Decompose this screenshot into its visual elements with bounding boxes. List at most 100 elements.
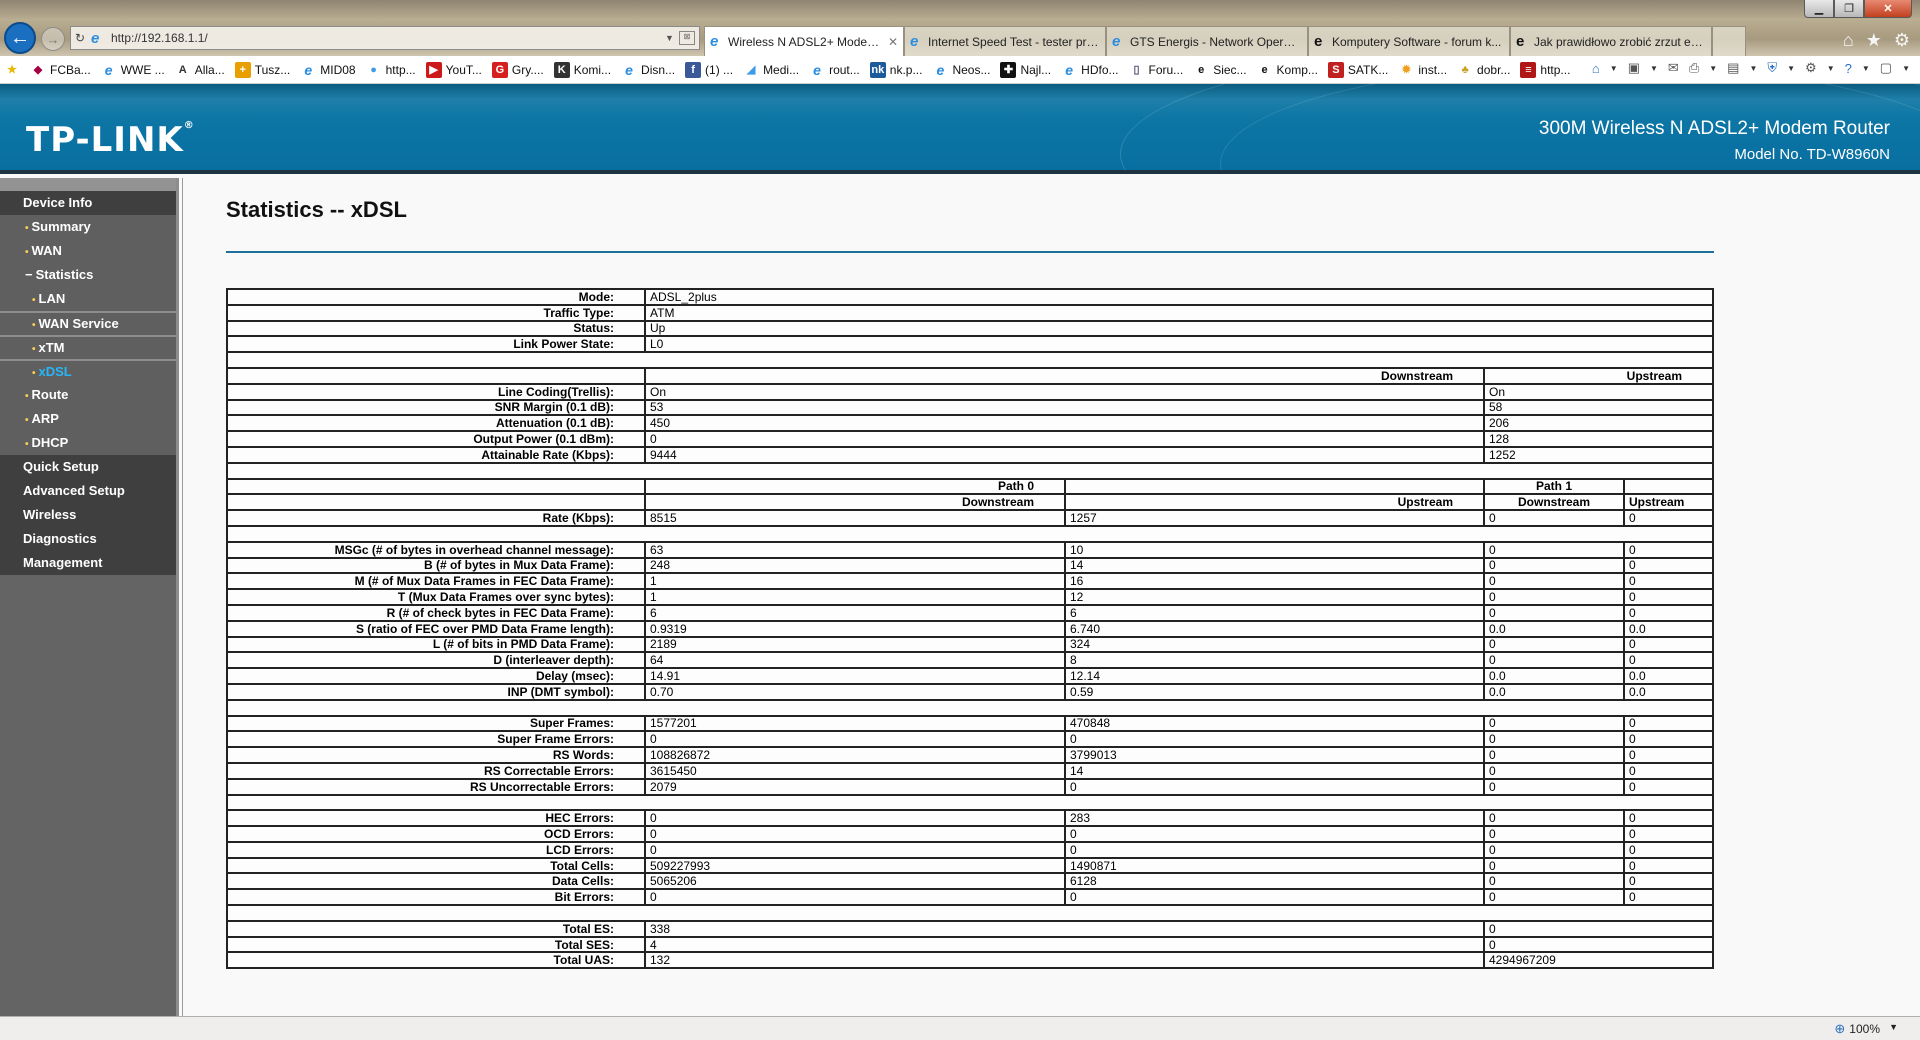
dropdown-icon[interactable]: ▼: [1650, 64, 1658, 73]
favorite-link[interactable]: nk nk.p...: [869, 61, 922, 78]
path1-downstream-value: 0: [1483, 746, 1625, 764]
add-favorite-icon[interactable]: ★: [4, 62, 24, 78]
sidebar-item-management[interactable]: Management: [0, 551, 176, 575]
path0-downstream-value: 1577201: [644, 714, 1066, 733]
sidebar-item-wan-service[interactable]: • WAN Service: [0, 311, 176, 335]
dropdown-icon[interactable]: ▼: [1610, 64, 1618, 73]
tab-speed-test[interactable]: e Internet Speed Test - tester prę...: [904, 26, 1106, 56]
sidebar-item-advanced-setup[interactable]: Advanced Setup: [0, 479, 176, 503]
favorite-link[interactable]: A Alla...: [174, 61, 225, 78]
favorite-link[interactable]: ● http...: [366, 62, 415, 78]
close-window-button[interactable]: ✕: [1864, 0, 1912, 18]
favorite-link[interactable]: e MID08: [300, 62, 355, 78]
home-icon[interactable]: ⌂: [1592, 61, 1600, 76]
tab-komputery[interactable]: e Komputery Software - forum k...: [1308, 26, 1510, 56]
favorite-link[interactable]: e WWE ...: [101, 62, 165, 78]
dropdown-icon[interactable]: ▼: [1862, 64, 1870, 73]
favorite-link[interactable]: G Gry....: [491, 61, 544, 78]
favorite-link[interactable]: e Siec...: [1193, 62, 1246, 78]
compat-icon[interactable]: ▢: [1880, 60, 1892, 76]
ie-icon: e: [304, 61, 313, 78]
dropdown-icon[interactable]: ▼: [1787, 64, 1795, 73]
new-tab-button[interactable]: [1712, 26, 1746, 56]
downstream-value: 0: [644, 430, 1485, 448]
favorite-link[interactable]: ◆ FCBa...: [30, 62, 91, 78]
sidebar-item-arp[interactable]: • ARP: [0, 407, 176, 431]
dropdown-icon[interactable]: ▼: [1749, 64, 1757, 73]
url-text[interactable]: http://192.168.1.1/: [111, 31, 665, 45]
menu-label: WAN Service: [38, 316, 119, 331]
sidebar-item-wan[interactable]: • WAN: [0, 239, 176, 263]
address-dropdown-icon[interactable]: ▼: [665, 33, 679, 43]
close-tab-icon[interactable]: ✕: [888, 35, 898, 49]
mail-icon[interactable]: ✉: [1668, 60, 1679, 76]
gear-icon[interactable]: ⚙: [1894, 30, 1910, 51]
maximize-button[interactable]: ❐: [1834, 0, 1864, 18]
page-icon: ▯: [1133, 64, 1140, 76]
sidebar-item-route[interactable]: • Route: [0, 383, 176, 407]
dropdown-icon[interactable]: ▼: [1709, 64, 1717, 73]
favorite-link[interactable]: e rout...: [809, 62, 860, 78]
safety-shield-icon[interactable]: ⛨: [1767, 60, 1777, 76]
dropdown-icon[interactable]: ▼: [1902, 64, 1910, 73]
favorite-link[interactable]: e HDfo...: [1061, 62, 1118, 78]
favorite-link[interactable]: ✚ Najl...: [1000, 61, 1051, 78]
menu-label: ARP: [31, 411, 59, 426]
favorite-link[interactable]: ▶ YouT...: [425, 61, 482, 78]
tools-gear-icon[interactable]: ⚙: [1805, 60, 1817, 76]
home-icon[interactable]: ⌂: [1843, 30, 1854, 51]
refresh-icon[interactable]: ↻: [75, 31, 91, 45]
sat-icon: S: [1327, 61, 1344, 78]
tab-label: Wireless N ADSL2+ Modem...: [728, 34, 884, 49]
favorite-link[interactable]: ≡ http...: [1520, 61, 1570, 78]
row-label: Line Coding(Trellis):: [226, 382, 646, 401]
tab-router[interactable]: e Wireless N ADSL2+ Modem... ✕: [704, 26, 904, 56]
sidebar-item-summary[interactable]: • Summary: [0, 215, 176, 239]
feeds-icon[interactable]: ▣: [1628, 60, 1640, 76]
forward-button[interactable]: →: [41, 27, 65, 51]
sidebar-item-dhcp[interactable]: • DHCP: [0, 431, 176, 455]
sidebar-item-xdsl[interactable]: • xDSL: [0, 359, 176, 383]
zoom-control[interactable]: ⊕ 100%: [1834, 1021, 1880, 1037]
sidebar-item-statistics[interactable]: − Statistics: [0, 263, 176, 287]
back-button[interactable]: ←: [4, 22, 36, 54]
path1-downstream-value: 0.0: [1483, 667, 1625, 685]
favorite-link[interactable]: ▯ Foru...: [1129, 62, 1183, 78]
sidebar-item-wireless[interactable]: Wireless: [0, 503, 176, 527]
sidebar-item-diagnostics[interactable]: Diagnostics: [0, 527, 176, 551]
row-label: RS Uncorrectable Errors:: [226, 777, 646, 796]
tp-link-logo: TP-LINK®: [26, 120, 195, 160]
print-icon[interactable]: ⎙: [1689, 60, 1699, 76]
tab-zrzut[interactable]: e Jak prawidłowo zrobić zrzut ekr...: [1510, 26, 1712, 56]
favorite-link[interactable]: S SATK...: [1327, 61, 1388, 78]
dropdown-icon[interactable]: ▼: [1827, 64, 1835, 73]
address-bar[interactable]: ↻ e http://192.168.1.1/ ▼ ⊠: [70, 26, 700, 50]
favorite-link[interactable]: ✹ inst...: [1398, 62, 1447, 78]
sidebar-item-device-info[interactable]: Device Info: [0, 191, 176, 215]
favorite-link[interactable]: + Tusz...: [234, 61, 290, 78]
path1-downstream-value: 0: [1483, 856, 1625, 875]
favorite-link[interactable]: f (1) ...: [685, 61, 733, 78]
favorite-link[interactable]: e Disn...: [621, 62, 675, 78]
favorite-link[interactable]: ♣ dobr...: [1457, 62, 1510, 78]
favorite-link[interactable]: K Komi...: [553, 61, 611, 78]
help-icon[interactable]: ?: [1845, 61, 1852, 76]
path0-upstream-value: 6128: [1064, 872, 1485, 891]
sidebar-item-lan[interactable]: • LAN: [0, 287, 176, 311]
tab-gts-energis[interactable]: e GTS Energis - Network Operati...: [1106, 26, 1308, 56]
favorites-star-icon[interactable]: ★: [1866, 30, 1882, 51]
minimize-button[interactable]: ▁: [1804, 0, 1834, 18]
sidebar-item-xtm[interactable]: • xTM: [0, 335, 176, 359]
table-row: Bit Errors: 0 0 0 0: [226, 888, 1715, 907]
page-icon[interactable]: ▤: [1727, 60, 1739, 76]
favorite-link[interactable]: e Komp...: [1257, 62, 1317, 78]
compatibility-view-icon[interactable]: ⊠: [679, 31, 695, 45]
favorite-label: Disn...: [641, 62, 676, 77]
header-row: Downstream Upstream: [226, 366, 1715, 385]
sidebar-item-quick-setup[interactable]: Quick Setup: [0, 455, 176, 479]
favorite-link[interactable]: ◢ Medi...: [743, 62, 799, 78]
zoom-dropdown-icon[interactable]: ▼: [1889, 1022, 1898, 1032]
favorite-link[interactable]: e Neos...: [932, 62, 991, 78]
table-row: Total Cells: 509227993 1490871 0 0: [226, 856, 1715, 875]
path0-upstream-value: 0.59: [1064, 682, 1485, 701]
